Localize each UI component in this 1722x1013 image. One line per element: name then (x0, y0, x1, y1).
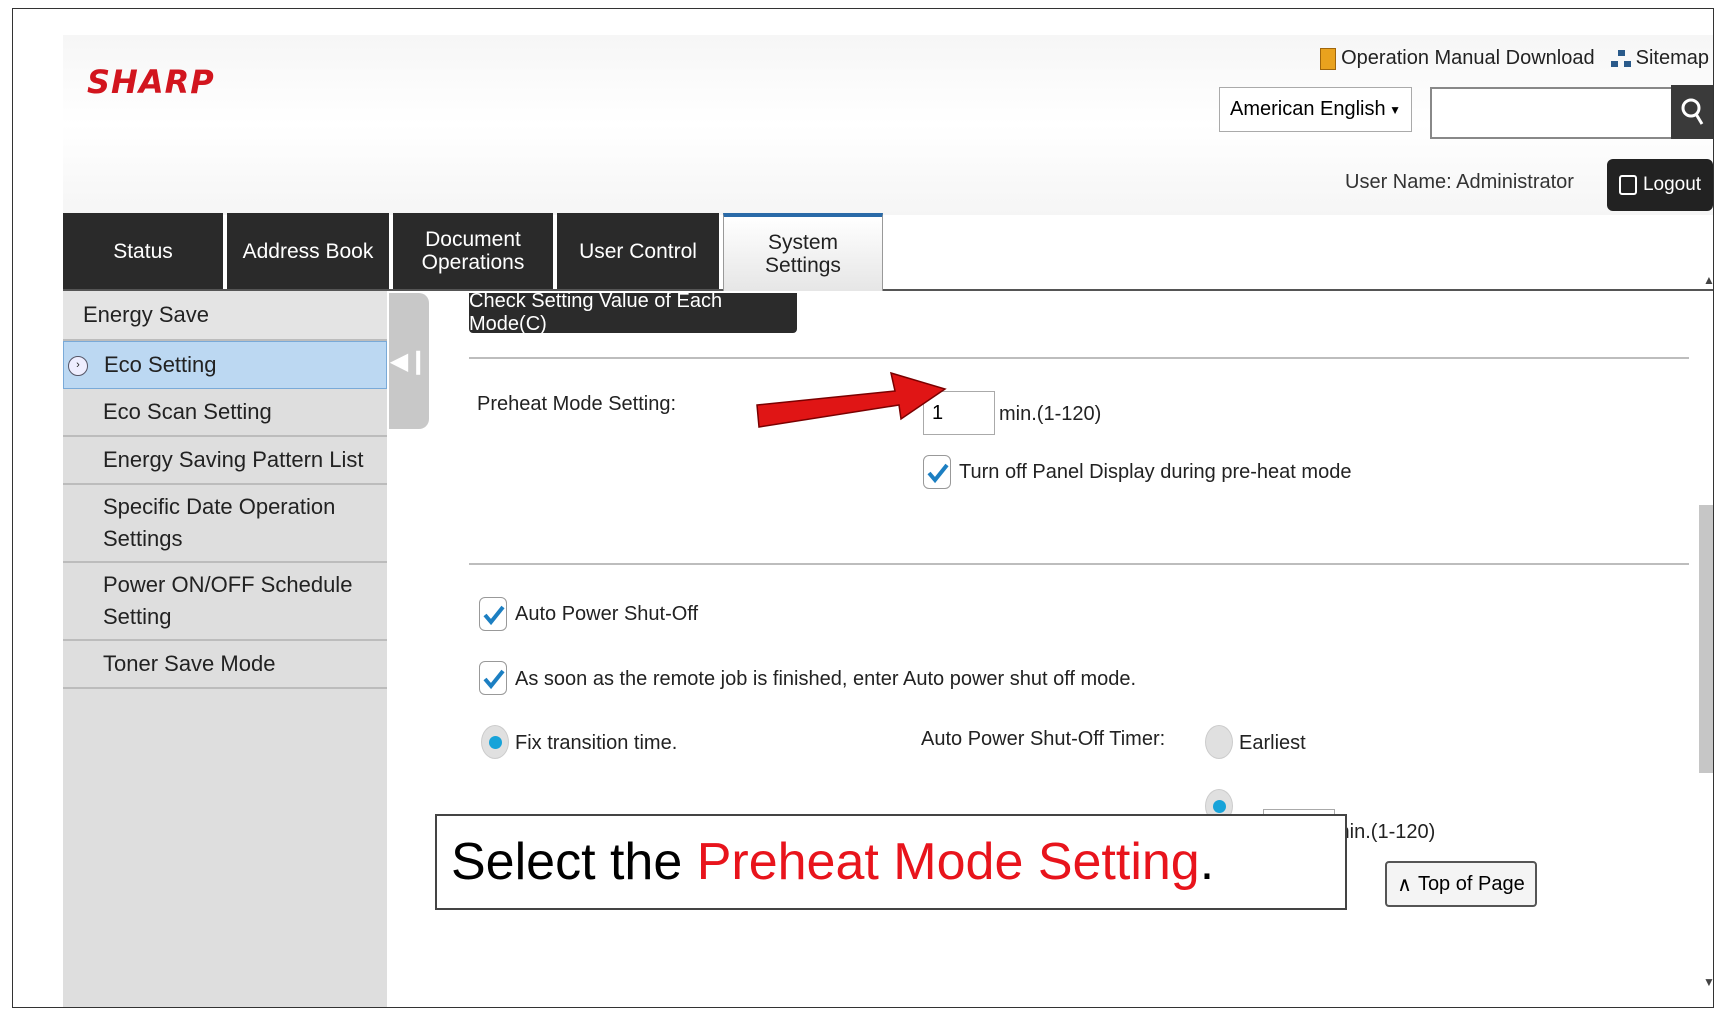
checkmark-icon (483, 669, 505, 690)
sitemap-icon (1610, 49, 1631, 68)
check-setting-values-button[interactable]: Check Setting Value of Each Mode(C) (469, 290, 797, 335)
sitemap-label: Sitemap (1635, 47, 1709, 69)
logout-label: Logout (1642, 174, 1702, 195)
screenshot-frame: SHARP Operation Manual Download Sitemap … (12, 8, 1714, 1008)
sidebar-item-label: Eco Setting (104, 352, 217, 377)
search-input[interactable] (1430, 87, 1675, 139)
sidebar-item-eco-setting[interactable]: › Eco Setting (63, 341, 387, 389)
red-arrow-annotation (756, 371, 947, 428)
preheat-unit-label: min.(1-120) (999, 403, 1102, 425)
sitemap-link[interactable]: Sitemap (1610, 47, 1709, 70)
top-links: Operation Manual Download Sitemap (1320, 47, 1709, 70)
main-tabs: Status Address Book Document Operations … (63, 213, 1713, 291)
chevron-right-icon: › (68, 356, 88, 376)
scroll-down-icon[interactable]: ▼ (1703, 975, 1713, 989)
panel-off-checkbox[interactable] (923, 455, 951, 489)
dropdown-arrow-icon: ▼ (1389, 102, 1401, 117)
top-of-page-label: Top of Page (1417, 872, 1525, 895)
sharp-logo: SHARP (87, 63, 215, 101)
scroll-up-icon[interactable]: ▲ (1703, 273, 1713, 287)
tab-user-control[interactable]: User Control (557, 213, 719, 289)
language-select-value: American English (1230, 98, 1386, 120)
collapse-left-icon: ◀❙ (389, 347, 429, 375)
preheat-mode-label: Preheat Mode Setting: (477, 393, 677, 415)
logout-icon (1618, 175, 1637, 195)
instruction-caption: Select the Preheat Mode Setting . (435, 814, 1347, 910)
shutoff-timer-label: Auto Power Shut-Off Timer: (921, 728, 1166, 750)
sidebar-item-toner-save-mode[interactable]: Toner Save Mode (63, 641, 387, 689)
sidebar-item-eco-scan-setting[interactable]: Eco Scan Setting (63, 389, 387, 437)
manual-icon (1320, 47, 1337, 70)
divider (469, 357, 1689, 359)
tab-address-book[interactable]: Address Book (227, 213, 389, 289)
top-of-page-button[interactable]: ∧ Top of Page (1385, 861, 1537, 907)
shutoff-timer-unit-label: min.(1-120) (1333, 821, 1436, 843)
caret-up-icon: ∧ (1397, 873, 1412, 896)
sidebar-item-energy-saving-pattern-list[interactable]: Energy Saving Pattern List (63, 437, 387, 485)
fix-transition-radio[interactable] (481, 725, 509, 759)
logout-button[interactable]: Logout (1607, 159, 1713, 211)
user-name: User Name: Administrator (1345, 171, 1574, 193)
remote-job-shutoff-label: As soon as the remote job is finished, e… (515, 668, 1137, 690)
earliest-radio[interactable] (1205, 725, 1233, 759)
tab-status[interactable]: Status (63, 213, 223, 289)
tab-document-operations[interactable]: Document Operations (393, 213, 553, 289)
header: SHARP Operation Manual Download Sitemap … (63, 35, 1713, 215)
earliest-label: Earliest (1239, 732, 1306, 754)
language-select[interactable]: American English ▼ (1219, 87, 1412, 132)
tab-system-settings[interactable]: System Settings (723, 213, 883, 291)
auto-power-shutoff-checkbox[interactable] (479, 597, 507, 631)
fix-transition-label: Fix transition time. (515, 732, 678, 754)
operation-manual-link[interactable]: Operation Manual Download (1320, 47, 1595, 70)
sidebar-collapse-button[interactable]: ◀❙ (389, 293, 429, 429)
caption-prefix: Select the (451, 833, 697, 891)
sidebar-item-specific-date-operation-settings[interactable]: Specific Date Operation Settings (63, 485, 387, 563)
caption-suffix: . (1199, 833, 1215, 891)
sidebar-item-power-schedule-setting[interactable]: Power ON/OFF Schedule Setting (63, 563, 387, 641)
checkmark-icon (927, 463, 949, 484)
sidebar-heading-energy-save[interactable]: Energy Save (63, 291, 387, 341)
caption-highlight: Preheat Mode Setting (696, 833, 1200, 891)
auto-power-shutoff-label: Auto Power Shut-Off (515, 603, 699, 625)
panel-off-label: Turn off Panel Display during pre-heat m… (959, 461, 1352, 483)
divider (469, 563, 1689, 565)
search-button[interactable] (1671, 85, 1713, 139)
checkmark-icon (483, 605, 505, 626)
operation-manual-label: Operation Manual Download (1341, 47, 1595, 69)
sidebar: Energy Save › Eco Setting Eco Scan Setti… (63, 291, 387, 1007)
remote-job-shutoff-checkbox[interactable] (479, 661, 507, 695)
scrollbar-thumb[interactable] (1699, 505, 1713, 773)
search-icon (1681, 98, 1704, 125)
